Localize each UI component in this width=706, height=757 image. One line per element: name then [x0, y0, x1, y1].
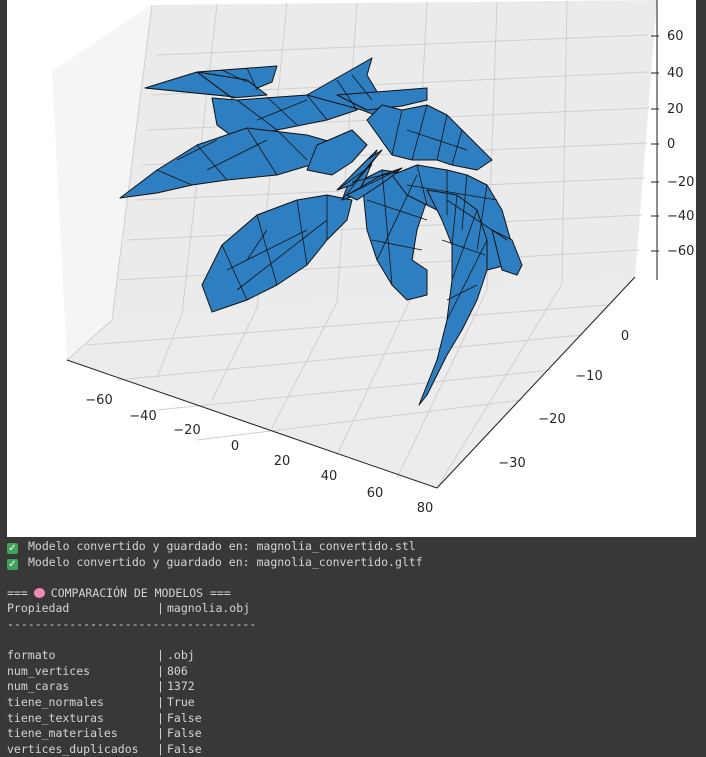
- console-output: ✓ Modelo convertido y guardado en: magnol…: [7, 539, 697, 757]
- plot-3d-figure: 60 40 20 0 −20 −40 −60 −60 −40 −20 0 20 40 60 80 0 −10…: [7, 0, 696, 537]
- z-tick-label: −20: [667, 175, 694, 190]
- brain-icon: [33, 587, 45, 598]
- table-row: tiene_texturas | False: [7, 710, 202, 725]
- x-tick-label: 40: [321, 469, 338, 484]
- plot-3d-canvas: 60 40 20 0 −20 −40 −60 −60 −40 −20 0 20 40 60 80 0 −10…: [52, 0, 694, 516]
- z-tick-label: 40: [667, 66, 684, 81]
- y-tick-label: −30: [498, 456, 525, 471]
- x-tick-label: 80: [417, 501, 434, 516]
- table-header: Propiedad | magnolia.obj: [7, 601, 251, 616]
- console-message: ✓ Modelo convertido y guardado en: magnol…: [7, 539, 416, 554]
- x-tick-label: −60: [85, 393, 112, 408]
- z-tick-label: 20: [667, 102, 684, 117]
- z-axis-ticks: 60 40 20 0 −20 −40 −60: [651, 29, 694, 259]
- z-tick-label: −60: [667, 244, 694, 259]
- table-row: tiene_materiales | False: [7, 726, 202, 741]
- table-row: tiene_normales | True: [7, 694, 195, 709]
- z-tick-label: 0: [667, 137, 675, 152]
- z-tick-label: −40: [667, 209, 694, 224]
- table-row: num_vertices | 806: [7, 663, 188, 678]
- table-divider: ------------------------------------: [7, 616, 257, 631]
- x-tick-label: −40: [129, 409, 156, 424]
- x-tick-label: 0: [231, 439, 239, 454]
- console-message: ✓ Modelo convertido y guardado en: magnol…: [7, 554, 423, 570]
- check-mark-icon: ✓: [7, 558, 18, 570]
- x-tick-label: −20: [173, 423, 200, 438]
- z-tick-label: 60: [667, 29, 684, 44]
- table-row: vertices_duplicados | False: [7, 741, 202, 756]
- table-row: formato | .obj: [7, 648, 195, 663]
- x-tick-label: 20: [274, 454, 291, 469]
- y-tick-label: 0: [621, 329, 629, 344]
- comparison-title: === COMPARACIÓN DE MODELOS ===: [7, 585, 231, 600]
- y-tick-label: −20: [538, 412, 565, 427]
- y-tick-label: −10: [575, 369, 602, 384]
- check-mark-icon: ✓: [7, 543, 18, 554]
- table-row: num_caras | 1372: [7, 679, 195, 694]
- x-tick-label: 60: [367, 486, 384, 501]
